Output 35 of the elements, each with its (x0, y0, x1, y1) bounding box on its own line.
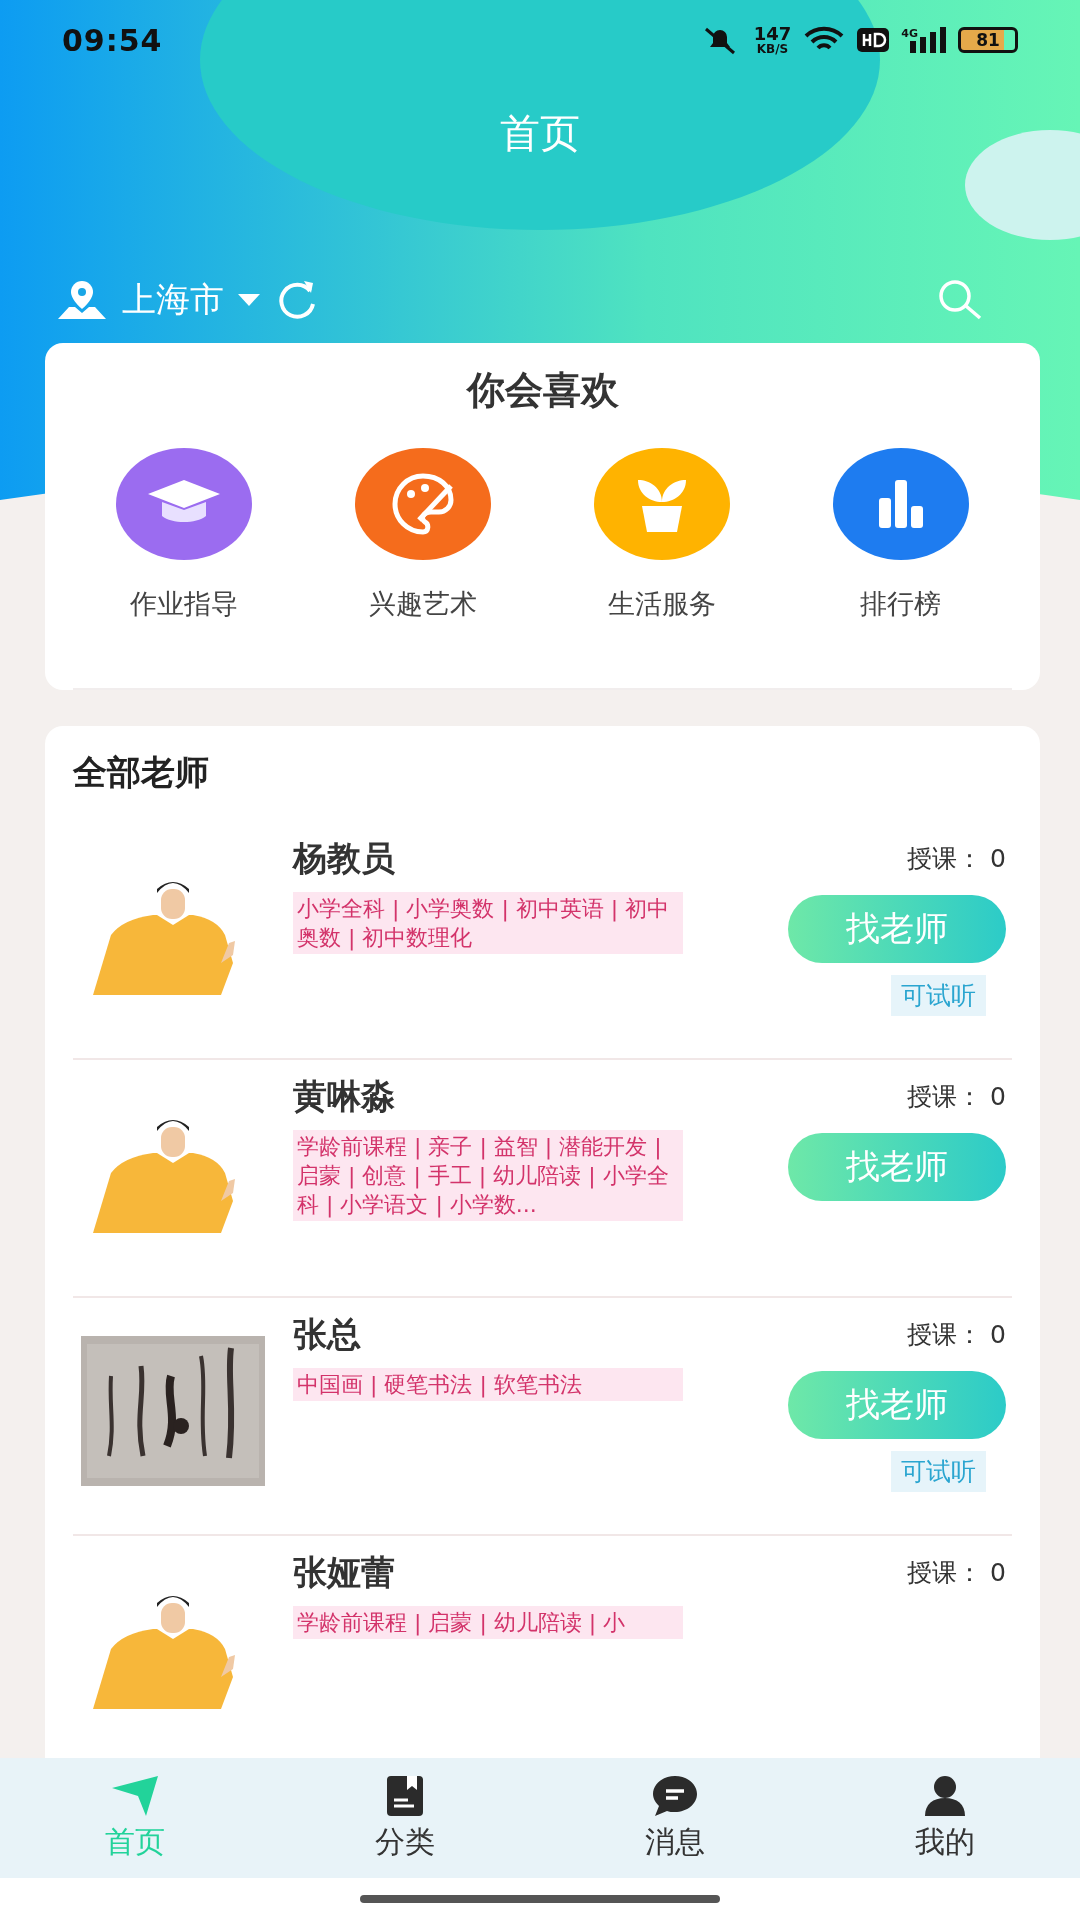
lesson-count: 授课： 0 (907, 843, 1006, 875)
caret-icon[interactable] (238, 293, 260, 306)
teacher-name: 杨教员 (293, 837, 396, 880)
nav-tab[interactable]: 分类 (270, 1758, 540, 1878)
nav-tab[interactable]: 消息 (540, 1758, 810, 1878)
subject-tags: 学龄前课程 | 亲子 | 益智 | 潜能开发 | 启蒙 | 创意 | 手工 | 幼儿陪读 | 小学全科 | 小学语文 | 小学数... (293, 1130, 683, 1221)
teacher-name: 黄啉淼 (293, 1075, 396, 1118)
subject-tags: 学龄前课程 | 启蒙 | 幼儿陪读 | 小 (293, 1606, 683, 1639)
teacher-name: 张娅蕾 (293, 1551, 396, 1594)
section-title: 全部老师 (73, 751, 210, 794)
user-icon (923, 1773, 967, 1818)
location-icon[interactable] (56, 278, 108, 321)
trial-badge: 可试听 (891, 975, 986, 1016)
category-label[interactable]: 生活服务 (607, 586, 716, 622)
battery-icon: 81 (958, 27, 1018, 53)
lesson-count: 授课： 0 (907, 1319, 1006, 1351)
net-speed: 147 (753, 25, 792, 43)
search-icon[interactable] (936, 277, 984, 322)
status-time: 09:54 (62, 22, 163, 58)
category-label[interactable]: 兴趣艺术 (369, 586, 478, 622)
section-title: 你会喜欢 (465, 367, 620, 414)
network-type: 4G (901, 27, 918, 40)
subject-tags: 小学全科 | 小学奥数 | 初中英语 | 初中奥数 | 初中数理化 (293, 892, 683, 954)
trial-badge: 可试听 (891, 1451, 986, 1492)
chat-icon (651, 1773, 699, 1818)
nav-tab[interactable]: 我的 (810, 1758, 1080, 1878)
lesson-count: 授课： 0 (907, 1557, 1006, 1589)
net-unit: KB/S (756, 43, 789, 55)
teacher-name: 张总 (293, 1313, 362, 1356)
category-label[interactable]: 作业指导 (130, 586, 239, 622)
subject-tags: 中国画 | 硬笔书法 | 软笔书法 (293, 1368, 683, 1401)
hd-icon (857, 28, 890, 52)
page-title: 首页 (499, 108, 581, 158)
category-label[interactable]: 排行榜 (860, 586, 942, 622)
lesson-count: 授课： 0 (907, 1081, 1006, 1113)
